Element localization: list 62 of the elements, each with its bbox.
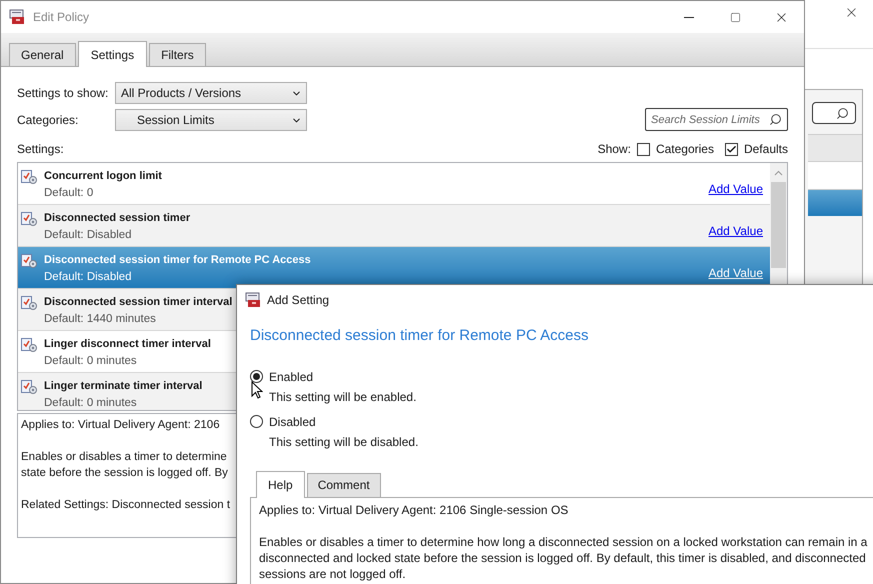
radio-label: Disabled [269,414,316,430]
dropdown[interactable]: All Products / Versions [115,82,307,104]
setting-row[interactable]: Disconnected session timer for Remote PC Access Default: Disabled Add Value [18,247,770,289]
setting-default: Default: 0 [44,186,94,201]
setting-default: Default: 1440 minutes [44,312,157,327]
setting-name: Disconnected session timer interval [44,295,232,310]
setting-name: Disconnected session timer [44,211,190,226]
mouse-pointer-icon [251,381,263,399]
tab[interactable]: General [9,43,76,66]
radio-button[interactable] [250,370,263,383]
settings-label: Settings: [17,141,64,158]
checkbox-label: Defaults [744,141,788,158]
document-gear-icon [21,254,38,269]
help-text: Enables or disables a timer to determine how long a disconnected session on a locked workstation can remain in a disconnected and locked state before the session is logged off. By default, this timer is disabled, and disconnected sessions are not logged off. [259,534,868,582]
document-gear-icon [21,170,38,185]
document-gear-icon [21,338,38,353]
filter-label: Categories: [17,112,80,129]
checkbox[interactable] [636,142,650,156]
description-text: state before the session is logged off. By [21,466,228,481]
help-text: Applies to: Virtual Delivery Agent: 2106 Single-session OS [259,502,570,518]
setting-name: Disconnected session timer for Remote PC Access [44,253,311,268]
selected-row [808,190,862,216]
setting-default: Default: Disabled [44,270,133,285]
checkbox-label: Categories [656,141,714,158]
description-text: Enables or disables a timer to determine [21,450,227,465]
document-gear-icon [21,380,38,395]
window-title: Edit Policy [33,9,90,26]
add-value-link[interactable]: Add Value [708,180,763,198]
add-value-link[interactable]: Add Value [708,222,763,240]
add-value-link[interactable]: Add Value [708,264,763,282]
tab[interactable]: Settings [78,41,148,67]
tab[interactable]: Help [256,470,305,498]
search-field[interactable]: Search Session Limits [645,108,788,131]
minimize-icon [684,16,694,18]
setting-name: Linger terminate timer interval [44,379,202,394]
setting-name: Linger disconnect timer interval [44,337,211,352]
tab[interactable]: Comment [306,472,381,496]
description-text: Applies to: Virtual Delivery Agent: 2106 [21,418,220,433]
document-gear-icon [21,212,38,227]
dropdown[interactable]: Session Limits [115,109,307,131]
setting-default: Default: 0 minutes [44,396,138,410]
maximize-icon [730,12,740,22]
dialog-heading: Disconnected session timer for Remote PC Access [250,327,588,344]
setting-default: Default: 0 minutes [44,354,138,369]
setting-name: Concurrent logon limit [44,169,162,184]
toolbox-icon [9,9,25,25]
setting-row[interactable]: Disconnected session timer Default: Disabled Add Value [18,205,770,247]
filter-label: Settings to show: [17,85,110,102]
option-hint: This setting will be enabled. [269,388,418,406]
search-icon[interactable] [836,106,849,120]
radio-button[interactable] [250,415,263,428]
radio-label: Enabled [269,368,314,386]
document-gear-icon [21,296,38,311]
checkbox[interactable] [724,142,738,156]
option-hint: This setting will be disabled. [269,434,420,450]
setting-default: Default: Disabled [44,228,133,243]
show-label: Show: [598,141,631,158]
dialog-title: Add Setting [267,292,330,309]
search-icon [769,113,782,126]
toolbox-icon [245,292,261,308]
tab[interactable]: Filters [149,43,206,66]
description-text: Related Settings: Disconnected session t [21,498,230,513]
